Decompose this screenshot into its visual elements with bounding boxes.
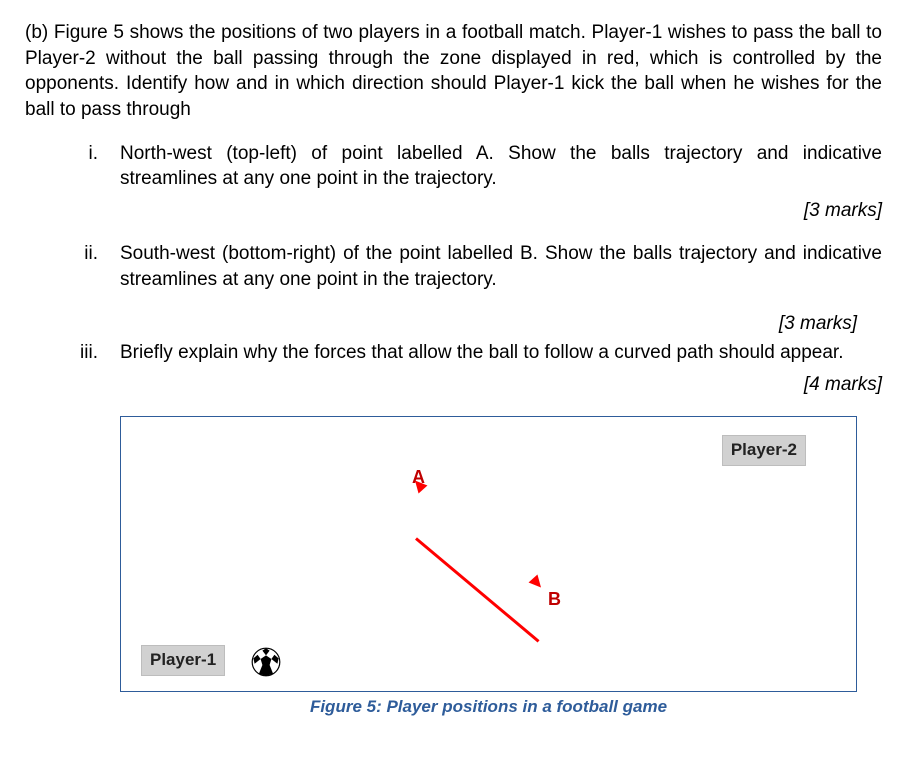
subpart-marker: ii. xyxy=(60,241,120,292)
football-icon xyxy=(251,647,281,677)
subpart-i: i. North-west (top-left) of point labell… xyxy=(60,141,882,224)
subpart-ii: ii. South-west (bottom-right) of the poi… xyxy=(60,241,882,292)
subparts-list-2: iii. Briefly explain why the forces that… xyxy=(60,340,882,397)
question-intro: (b) Figure 5 shows the positions of two … xyxy=(25,20,882,123)
player2-label: Player-2 xyxy=(722,435,806,466)
subpart-iii: iii. Briefly explain why the forces that… xyxy=(60,340,882,397)
intro-text: Figure 5 shows the positions of two play… xyxy=(25,22,882,120)
subpart-text: South-west (bottom-right) of the point l… xyxy=(120,243,882,290)
arrow-head-b-icon xyxy=(529,574,546,591)
marks-label: [4 marks] xyxy=(120,372,882,398)
figure-caption: Figure 5: Player positions in a football… xyxy=(120,696,857,719)
subparts-list: i. North-west (top-left) of point labell… xyxy=(60,141,882,293)
figure-container: Player-2 A B Player-1 Figure 5: Player p… xyxy=(120,416,857,719)
subpart-content: South-west (bottom-right) of the point l… xyxy=(120,241,882,292)
figure-box: Player-2 A B Player-1 xyxy=(120,416,857,692)
subpart-text: North-west (top-left) of point labelled … xyxy=(120,143,882,190)
marks-label-ii: [3 marks] xyxy=(120,311,857,337)
subpart-text: Briefly explain why the forces that allo… xyxy=(120,342,843,363)
subpart-marker: iii. xyxy=(60,340,120,397)
subpart-marker: i. xyxy=(60,141,120,224)
subpart-content: North-west (top-left) of point labelled … xyxy=(120,141,882,224)
part-label: (b) xyxy=(25,22,48,43)
marks-label: [3 marks] xyxy=(120,198,882,224)
subpart-content: Briefly explain why the forces that allo… xyxy=(120,340,882,397)
player1-label: Player-1 xyxy=(141,645,225,676)
point-b-label: B xyxy=(548,587,561,611)
opponent-zone-line xyxy=(415,537,539,642)
